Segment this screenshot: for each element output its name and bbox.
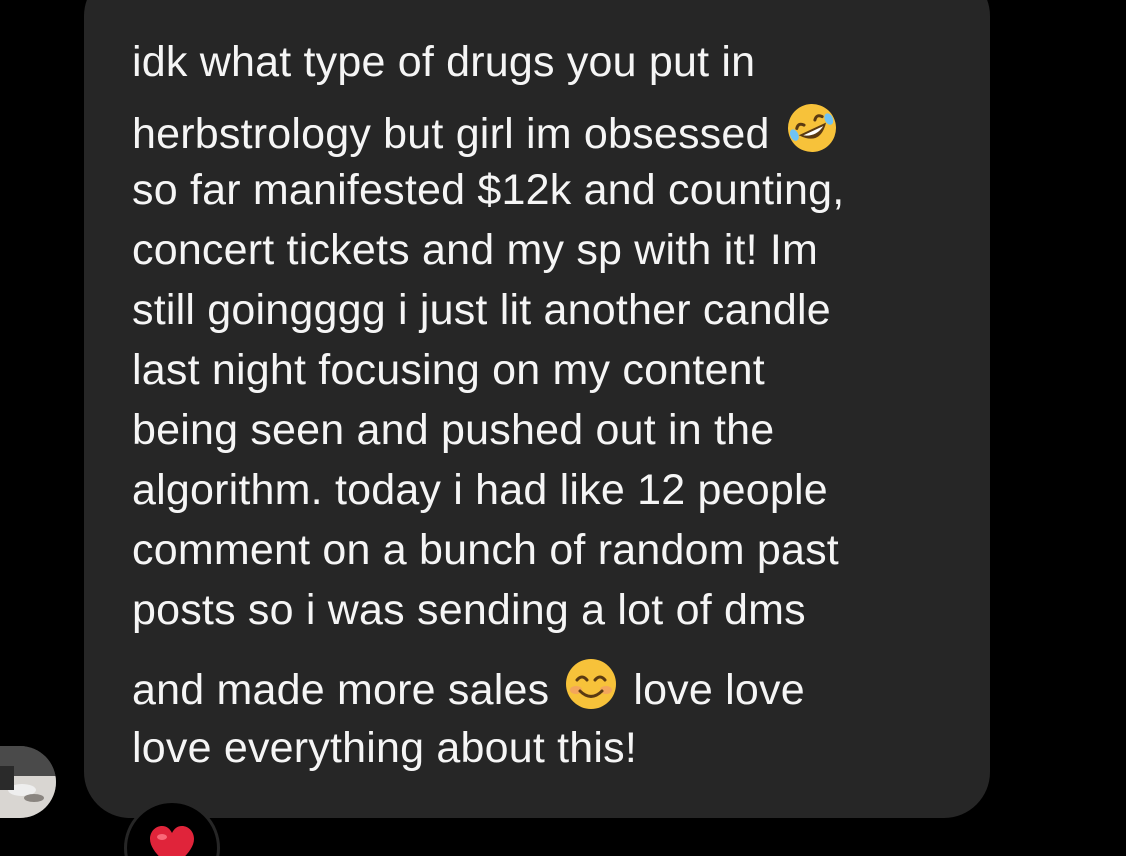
red-heart-icon (150, 826, 194, 856)
smiling-face-emoji-icon (563, 656, 619, 724)
message-line: so far manifested $12k and counting, (132, 166, 845, 214)
message-line: idk what type of drugs you put in (132, 38, 756, 86)
profile-photo-icon (0, 746, 56, 818)
rolling-on-floor-laughing-emoji-icon (784, 100, 840, 168)
message-line-text: love love (633, 666, 805, 714)
message-line-with-emoji: herbstrology but girl im obsessed (132, 100, 840, 168)
message-line: concert tickets and my sp with it! Im (132, 226, 819, 274)
message-line-text: herbstrology but girl im obsessed (132, 110, 770, 158)
message-line: posts so i was sending a lot of dms (132, 586, 806, 634)
message-line-text: and made more sales (132, 666, 550, 714)
sender-avatar[interactable] (0, 746, 56, 818)
dm-thread-screen: idk what type of drugs you put in herbst… (0, 0, 1126, 856)
message-line: love everything about this! (132, 724, 637, 772)
message-line: being seen and pushed out in the (132, 406, 775, 454)
message-line: comment on a bunch of random past (132, 526, 839, 574)
message-line: last night focusing on my content (132, 346, 765, 394)
message-bubble[interactable]: idk what type of drugs you put in herbst… (84, 0, 990, 818)
message-line: still goingggg i just lit another candle (132, 286, 831, 334)
message-line-with-emoji: and made more sales love love (132, 656, 805, 724)
message-line: algorithm. today i had like 12 people (132, 466, 828, 514)
